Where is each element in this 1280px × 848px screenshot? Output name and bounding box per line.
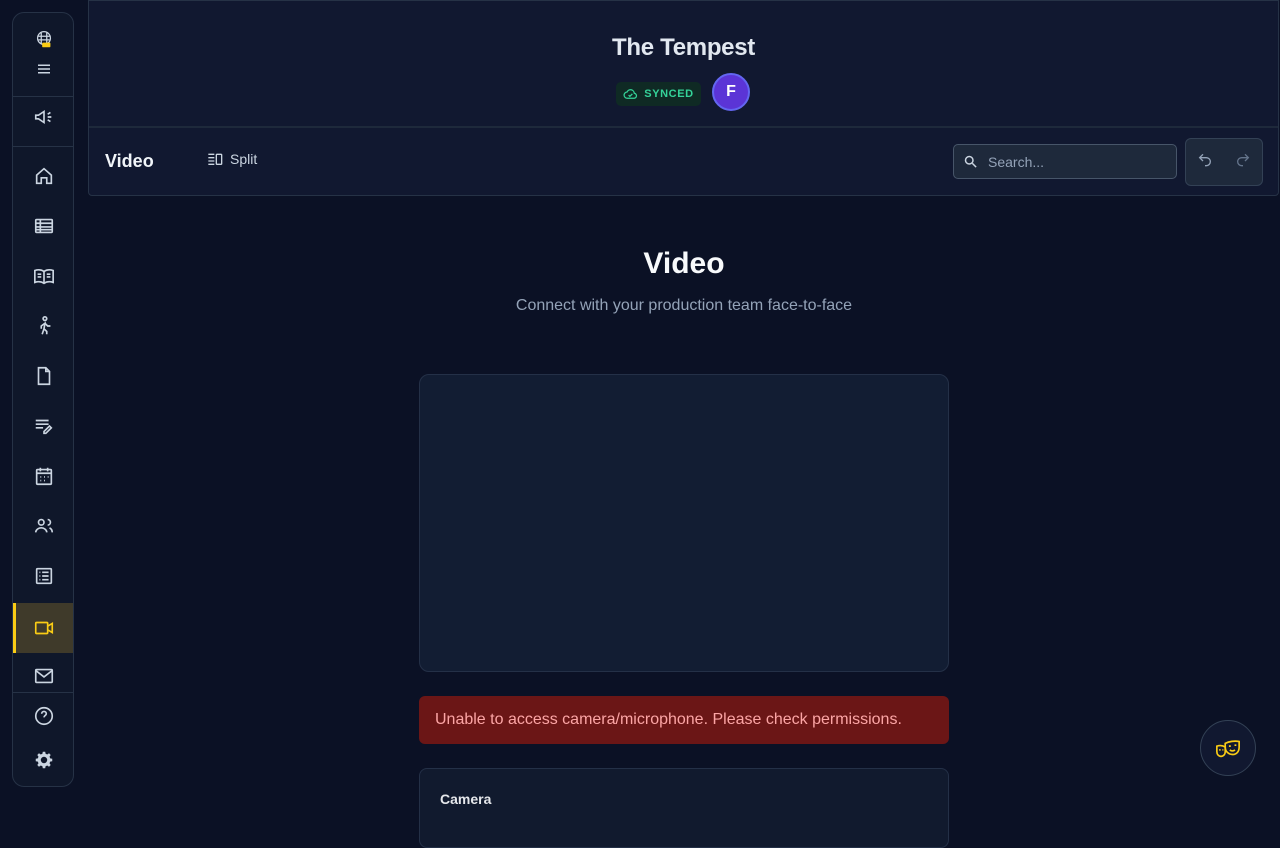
help-icon: [34, 706, 54, 726]
cloud-check-icon: [623, 88, 638, 99]
split-view-icon: [208, 153, 223, 165]
theater-masks-icon: [1216, 740, 1240, 758]
menu-button[interactable]: [13, 49, 73, 89]
sync-status-label: SYNCED: [644, 88, 694, 100]
history-controls: [1185, 138, 1263, 186]
sync-status-badge: SYNCED: [616, 82, 701, 106]
theater-masks-button[interactable]: [1200, 720, 1256, 776]
undo-button[interactable]: [1197, 151, 1213, 167]
logo-icon: [36, 31, 52, 48]
list-icon: [35, 567, 53, 585]
undo-icon: [1198, 153, 1211, 167]
user-avatar[interactable]: F: [712, 73, 750, 111]
camera-settings-panel: Camera: [419, 768, 949, 848]
sidebar-item-blocking[interactable]: [13, 306, 73, 346]
split-view-button[interactable]: Split: [207, 151, 257, 167]
sidebar-item-table[interactable]: [13, 206, 73, 246]
table-icon: [34, 218, 54, 234]
search-field[interactable]: [953, 144, 1177, 179]
megaphone-icon: [34, 109, 52, 125]
calendar-icon: [35, 467, 53, 486]
redo-button[interactable]: [1235, 151, 1251, 167]
sidebar-divider: [13, 692, 73, 693]
notes-edit-icon: [35, 419, 53, 435]
main-title: Video: [643, 247, 725, 280]
error-message: Unable to access camera/microphone. Plea…: [419, 696, 949, 744]
project-title: The Tempest: [612, 34, 755, 61]
sidebar-item-notes[interactable]: [13, 406, 73, 446]
people-icon: [34, 518, 54, 533]
camera-label: Camera: [440, 791, 492, 807]
sidebar-item-documents[interactable]: [13, 356, 73, 396]
sidebar-item-video[interactable]: [13, 603, 73, 653]
video-preview: [419, 374, 949, 672]
document-icon: [37, 366, 51, 386]
sidebar-item-list[interactable]: [13, 556, 73, 596]
book-icon: [34, 269, 54, 285]
sidebar-item-announcements[interactable]: [13, 97, 73, 137]
sidebar-item-mail[interactable]: [13, 656, 73, 696]
video-icon: [34, 621, 54, 635]
menu-icon: [38, 64, 50, 74]
split-view-label: Split: [230, 151, 258, 167]
sidebar-item-help[interactable]: [13, 696, 73, 736]
sidebar-item-script[interactable]: [13, 256, 73, 296]
sidebar-item-settings[interactable]: [13, 740, 73, 780]
sidebar-item-calendar[interactable]: [13, 456, 73, 496]
main-subtitle: Connect with your production team face-t…: [515, 297, 853, 314]
sidebar-divider: [13, 146, 73, 147]
sidebar-item-people[interactable]: [13, 506, 73, 546]
sidebar-item-home[interactable]: [13, 156, 73, 196]
walking-person-icon: [40, 316, 51, 335]
page-heading: Video: [105, 151, 154, 171]
home-icon: [35, 167, 53, 185]
top-bar: The Tempest SYNCED F Video Split: [88, 0, 1279, 196]
settings-icon: [35, 751, 53, 769]
mail-icon: [34, 668, 54, 684]
topbar-divider: [89, 126, 1278, 128]
sidebar: [12, 12, 74, 787]
search-icon: [964, 155, 977, 168]
redo-icon: [1237, 153, 1250, 167]
search-input[interactable]: [986, 152, 1170, 171]
